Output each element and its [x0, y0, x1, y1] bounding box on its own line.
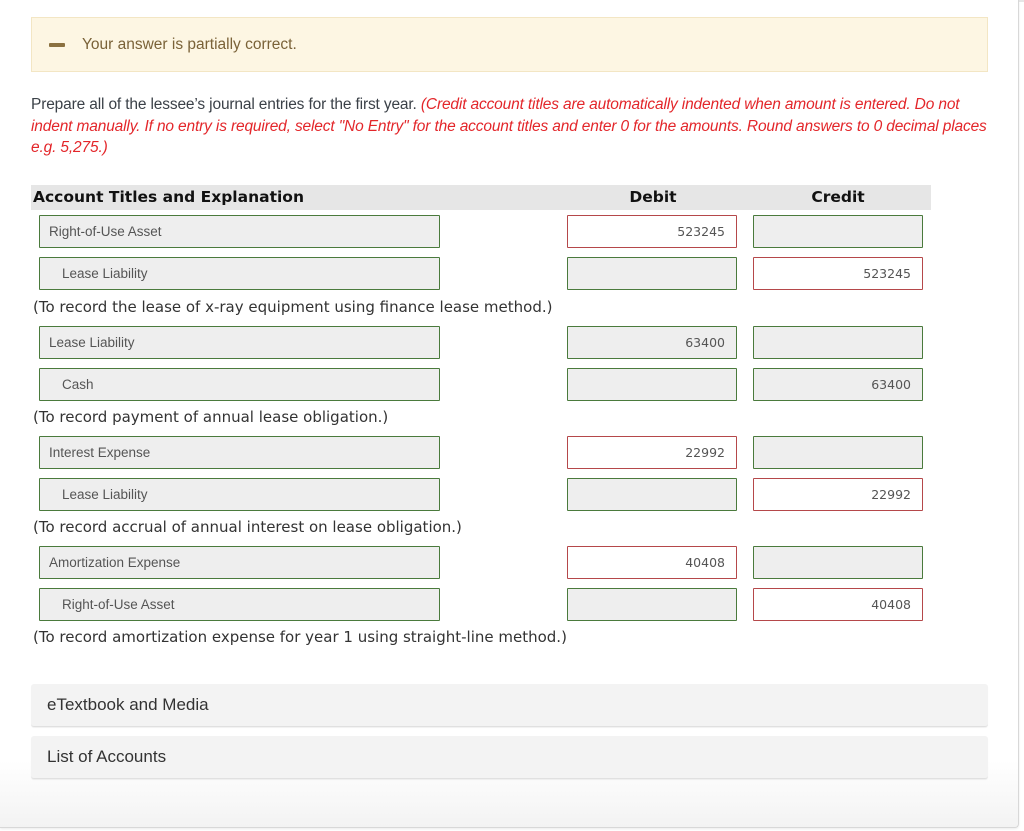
credit-input[interactable]: 22992 — [753, 478, 923, 511]
journal-line: Interest Expense 22992 — [0, 436, 1024, 469]
debit-input[interactable]: 523245 — [567, 215, 737, 248]
debit-input[interactable] — [567, 368, 737, 401]
header-debit: Debit — [629, 188, 677, 206]
debit-input[interactable]: 63400 — [567, 326, 737, 359]
entry-explanation: (To record amortization expense for year… — [33, 628, 567, 646]
debit-input[interactable] — [567, 478, 737, 511]
header-account-titles: Account Titles and Explanation — [33, 188, 304, 206]
journal-line: Right-of-Use Asset 523245 — [0, 215, 1024, 248]
journal-line: Right-of-Use Asset 40408 — [0, 588, 1024, 621]
credit-input[interactable]: 523245 — [753, 257, 923, 290]
entry-explanation: (To record payment of annual lease oblig… — [33, 408, 389, 426]
feedback-banner: Your answer is partially correct. — [31, 17, 988, 72]
journal-table-header: Account Titles and Explanation Debit Cre… — [31, 185, 931, 210]
account-title-input[interactable]: Right-of-Use Asset — [39, 215, 440, 248]
account-title-input[interactable]: Right-of-Use Asset — [39, 588, 440, 621]
account-title-input[interactable]: Cash — [39, 368, 440, 401]
debit-input[interactable]: 22992 — [567, 436, 737, 469]
account-title-input[interactable]: Lease Liability — [39, 326, 440, 359]
account-title-input[interactable]: Amortization Expense — [39, 546, 440, 579]
journal-line: Lease Liability 523245 — [0, 257, 1024, 290]
account-title-input[interactable]: Lease Liability — [39, 478, 440, 511]
credit-input[interactable]: 40408 — [753, 588, 923, 621]
feedback-message: Your answer is partially correct. — [82, 35, 297, 53]
debit-input[interactable]: 40408 — [567, 546, 737, 579]
account-title-input[interactable]: Interest Expense — [39, 436, 440, 469]
prompt-text: Prepare all of the lessee’s journal entr… — [31, 96, 417, 113]
account-title-input[interactable]: Lease Liability — [39, 257, 440, 290]
entry-explanation: (To record accrual of annual interest on… — [33, 518, 462, 536]
credit-input[interactable] — [753, 546, 923, 579]
credit-input[interactable]: 63400 — [753, 368, 923, 401]
debit-input[interactable] — [567, 588, 737, 621]
header-credit: Credit — [811, 188, 865, 206]
question-prompt: Prepare all of the lessee’s journal entr… — [31, 94, 991, 159]
journal-line: Cash 63400 — [0, 368, 1024, 401]
journal-line: Amortization Expense 40408 — [0, 546, 1024, 579]
list-of-accounts-link[interactable]: List of Accounts — [31, 736, 988, 779]
credit-input[interactable] — [753, 215, 923, 248]
entry-explanation: (To record the lease of x-ray equipment … — [33, 298, 553, 316]
credit-input[interactable] — [753, 326, 923, 359]
minus-icon — [49, 42, 65, 47]
journal-line: Lease Liability 63400 — [0, 326, 1024, 359]
journal-line: Lease Liability 22992 — [0, 478, 1024, 511]
etextbook-media-link[interactable]: eTextbook and Media — [31, 684, 988, 727]
credit-input[interactable] — [753, 436, 923, 469]
debit-input[interactable] — [567, 257, 737, 290]
